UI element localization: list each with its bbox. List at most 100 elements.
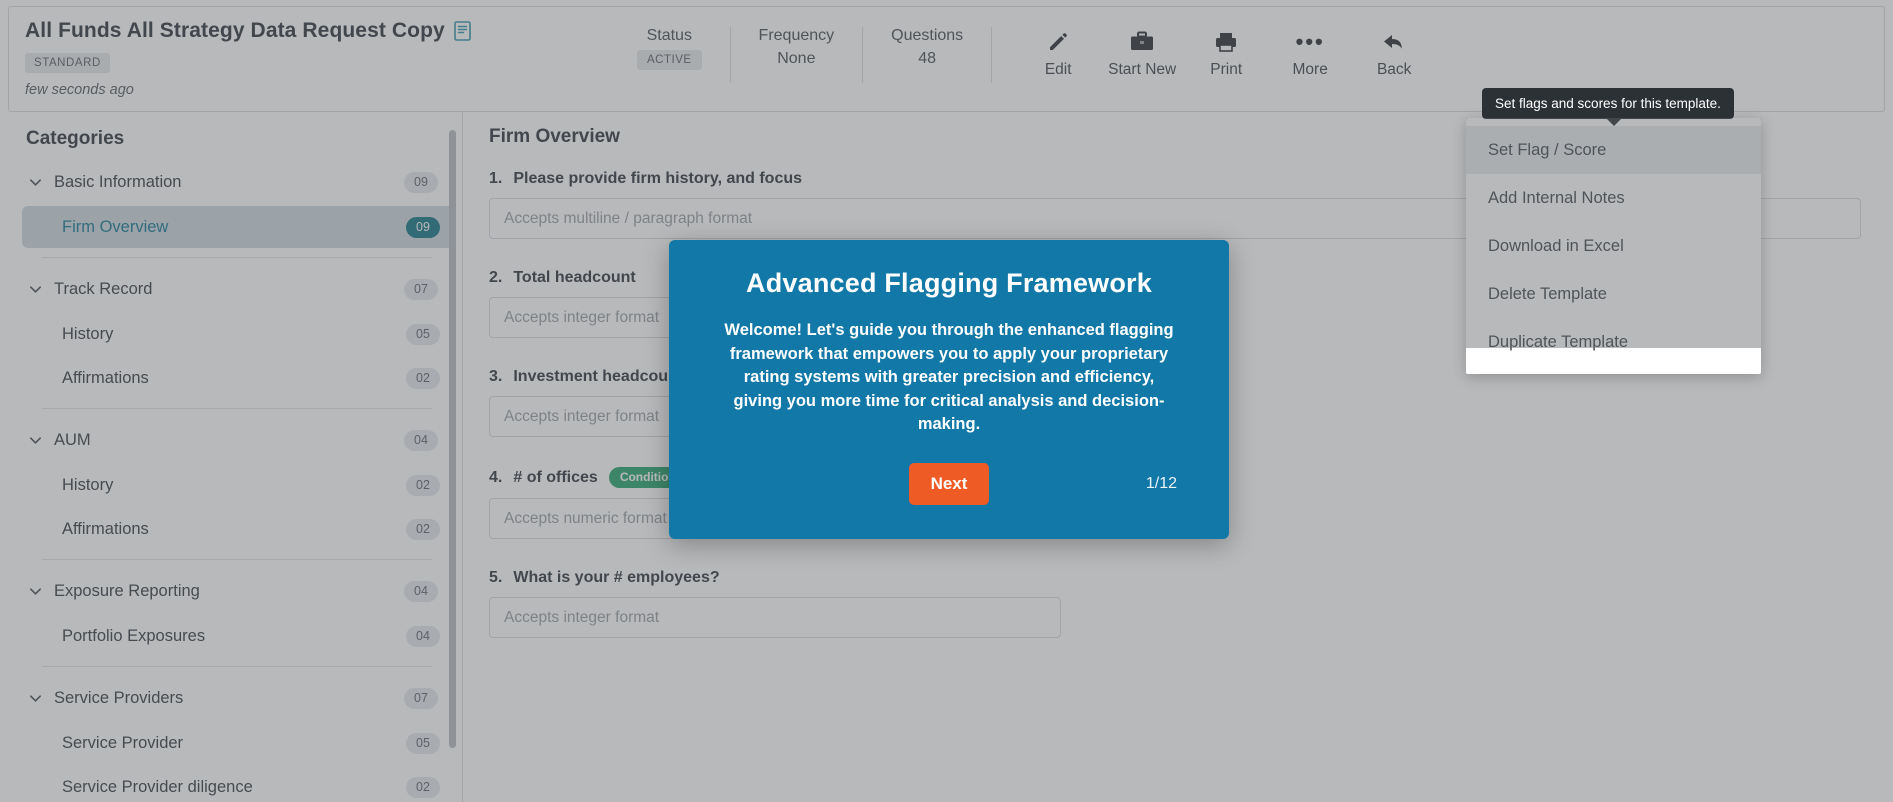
question-1-number: 1. <box>489 170 503 187</box>
sidebar-item-portfolio-exposures[interactable]: Portfolio Exposures 04 <box>22 615 454 657</box>
walkthrough-modal: Advanced Flagging Framework Welcome! Let… <box>669 240 1229 539</box>
walkthrough-next-button[interactable]: Next <box>908 462 990 505</box>
sidebar-item-count: 02 <box>406 776 440 798</box>
header-stats: Status ACTIVE Frequency None Questions 4… <box>609 27 993 97</box>
sidebar-title: Categories <box>26 128 125 149</box>
category-basic-information[interactable]: Basic Information 09 <box>8 160 462 204</box>
category-group-service-providers: Service Providers 07 Service Provider 05… <box>8 676 462 802</box>
print-button[interactable]: Print <box>1184 29 1268 79</box>
sidebar-item-label: History <box>62 475 114 494</box>
stat-frequency-label: Frequency <box>758 27 835 44</box>
sidebar-item-service-provider[interactable]: Service Provider 05 <box>22 722 454 764</box>
edit-button-label: Edit <box>1044 61 1072 78</box>
category-label: Track Record <box>54 279 153 298</box>
sidebar-item-count: 05 <box>406 732 440 754</box>
menu-item-delete-template[interactable]: Delete Template <box>1466 270 1761 318</box>
category-count: 07 <box>404 687 438 709</box>
chevron-down-icon <box>26 431 44 449</box>
question-4-text: # of offices <box>513 468 598 486</box>
template-type-badge: STANDARD <box>25 53 110 73</box>
briefcase-icon <box>1100 29 1184 55</box>
category-label: Basic Information <box>54 172 182 191</box>
pencil-icon <box>1016 29 1100 55</box>
more-dropdown-menu: Set Flag / Score Add Internal Notes Down… <box>1466 118 1761 374</box>
category-label: Exposure Reporting <box>54 581 200 600</box>
question-3-text: Investment headcount <box>513 368 684 385</box>
sidebar-divider <box>42 666 432 667</box>
printer-icon <box>1184 29 1268 55</box>
menu-item-add-internal-notes[interactable]: Add Internal Notes <box>1466 174 1761 222</box>
category-aum[interactable]: AUM 04 <box>8 418 462 462</box>
ellipsis-icon: ••• <box>1295 29 1325 54</box>
document-icon <box>453 21 472 41</box>
sidebar-item-count: 09 <box>406 216 440 238</box>
more-button-label: More <box>1292 61 1328 78</box>
sidebar-item-firm-overview[interactable]: Firm Overview 09 <box>22 206 454 248</box>
walkthrough-step-indicator: 1/12 <box>1145 474 1177 492</box>
question-1-text: Please provide firm history, and focus <box>513 170 803 187</box>
chevron-down-icon <box>26 689 44 707</box>
question-5-number: 5. <box>489 569 503 586</box>
question-5-text: What is your # employees? <box>513 569 720 586</box>
category-count: 04 <box>404 429 438 451</box>
header-actions: Edit Start New Print ••• More Back <box>1016 29 1436 79</box>
set-flag-score-tooltip: Set flags and scores for this template. <box>1482 88 1734 126</box>
category-label: AUM <box>54 430 91 449</box>
start-new-button[interactable]: Start New <box>1100 29 1184 79</box>
question-3-number: 3. <box>489 368 503 385</box>
category-group-track-record: Track Record 07 History 05 Affirmations … <box>8 267 462 399</box>
walkthrough-body: Welcome! Let's guide you through the enh… <box>724 321 1174 434</box>
sidebar-item-count: 04 <box>406 625 440 647</box>
sidebar-item-track-record-affirmations[interactable]: Affirmations 02 <box>22 357 454 399</box>
category-count: 07 <box>404 278 438 300</box>
sidebar-divider <box>42 257 432 258</box>
stat-status-value-wrap: ACTIVE <box>637 50 702 70</box>
sidebar-item-aum-affirmations[interactable]: Affirmations 02 <box>22 508 454 550</box>
category-exposure-reporting[interactable]: Exposure Reporting 04 <box>8 569 462 613</box>
sidebar-item-label: Service Provider <box>62 733 184 752</box>
question-5-input[interactable]: Accepts integer format <box>489 597 1061 638</box>
sidebar-item-label: Portfolio Exposures <box>62 626 206 645</box>
question-2-text: Total headcount <box>513 269 636 286</box>
category-group-aum: AUM 04 History 02 Affirmations 02 <box>8 418 462 550</box>
sidebar-item-aum-history[interactable]: History 02 <box>22 464 454 506</box>
category-service-providers[interactable]: Service Providers 07 <box>8 676 462 720</box>
header-left: All Funds All Strategy Data Request Copy… <box>9 7 609 98</box>
back-button[interactable]: Back <box>1352 29 1436 79</box>
menu-item-duplicate-template[interactable]: Duplicate Template <box>1466 318 1761 366</box>
sidebar-item-count: 02 <box>406 367 440 389</box>
app-root: All Funds All Strategy Data Request Copy… <box>0 0 1893 802</box>
question-5-label: 5. What is your # employees? <box>489 569 1861 587</box>
category-group-exposure-reporting: Exposure Reporting 04 Portfolio Exposure… <box>8 569 462 657</box>
category-label: Service Providers <box>54 688 184 707</box>
more-button[interactable]: ••• More <box>1268 29 1352 79</box>
edit-button[interactable]: Edit <box>1016 29 1100 79</box>
title-row: All Funds All Strategy Data Request Copy <box>25 19 609 43</box>
sidebar-item-count: 02 <box>406 518 440 540</box>
menu-item-download-in-excel[interactable]: Download in Excel <box>1466 222 1761 270</box>
stat-status: Status ACTIVE <box>609 27 731 83</box>
sidebar-item-service-provider-diligence[interactable]: Service Provider diligence 02 <box>22 766 454 802</box>
sidebar-item-label: Affirmations <box>62 519 149 538</box>
print-button-label: Print <box>1210 61 1243 78</box>
sidebar-item-track-record-history[interactable]: History 05 <box>22 313 454 355</box>
walkthrough-footer: Next 1/12 <box>715 462 1183 505</box>
back-button-label: Back <box>1376 61 1412 78</box>
sidebar-item-label: Service Provider diligence <box>62 777 253 796</box>
sidebar-scrollbar[interactable] <box>449 130 456 748</box>
category-count: 04 <box>404 580 438 602</box>
category-track-record[interactable]: Track Record 07 <box>8 267 462 311</box>
sidebar-item-count: 02 <box>406 474 440 496</box>
last-updated-text: few seconds ago <box>25 82 134 98</box>
stat-frequency-value: None <box>777 50 816 67</box>
page-title: All Funds All Strategy Data Request Copy <box>25 19 445 42</box>
stat-frequency: Frequency None <box>731 27 864 83</box>
menu-item-set-flag-score[interactable]: Set Flag / Score <box>1466 126 1761 174</box>
categories-sidebar: Categories Basic Information 09 Firm Ove… <box>8 112 463 802</box>
sidebar-divider <box>42 408 432 409</box>
stat-questions: Questions 48 <box>863 27 993 83</box>
stat-questions-value: 48 <box>918 50 937 67</box>
question-4-number: 4. <box>489 468 503 486</box>
question-2-number: 2. <box>489 269 503 286</box>
chevron-down-icon <box>26 173 44 191</box>
